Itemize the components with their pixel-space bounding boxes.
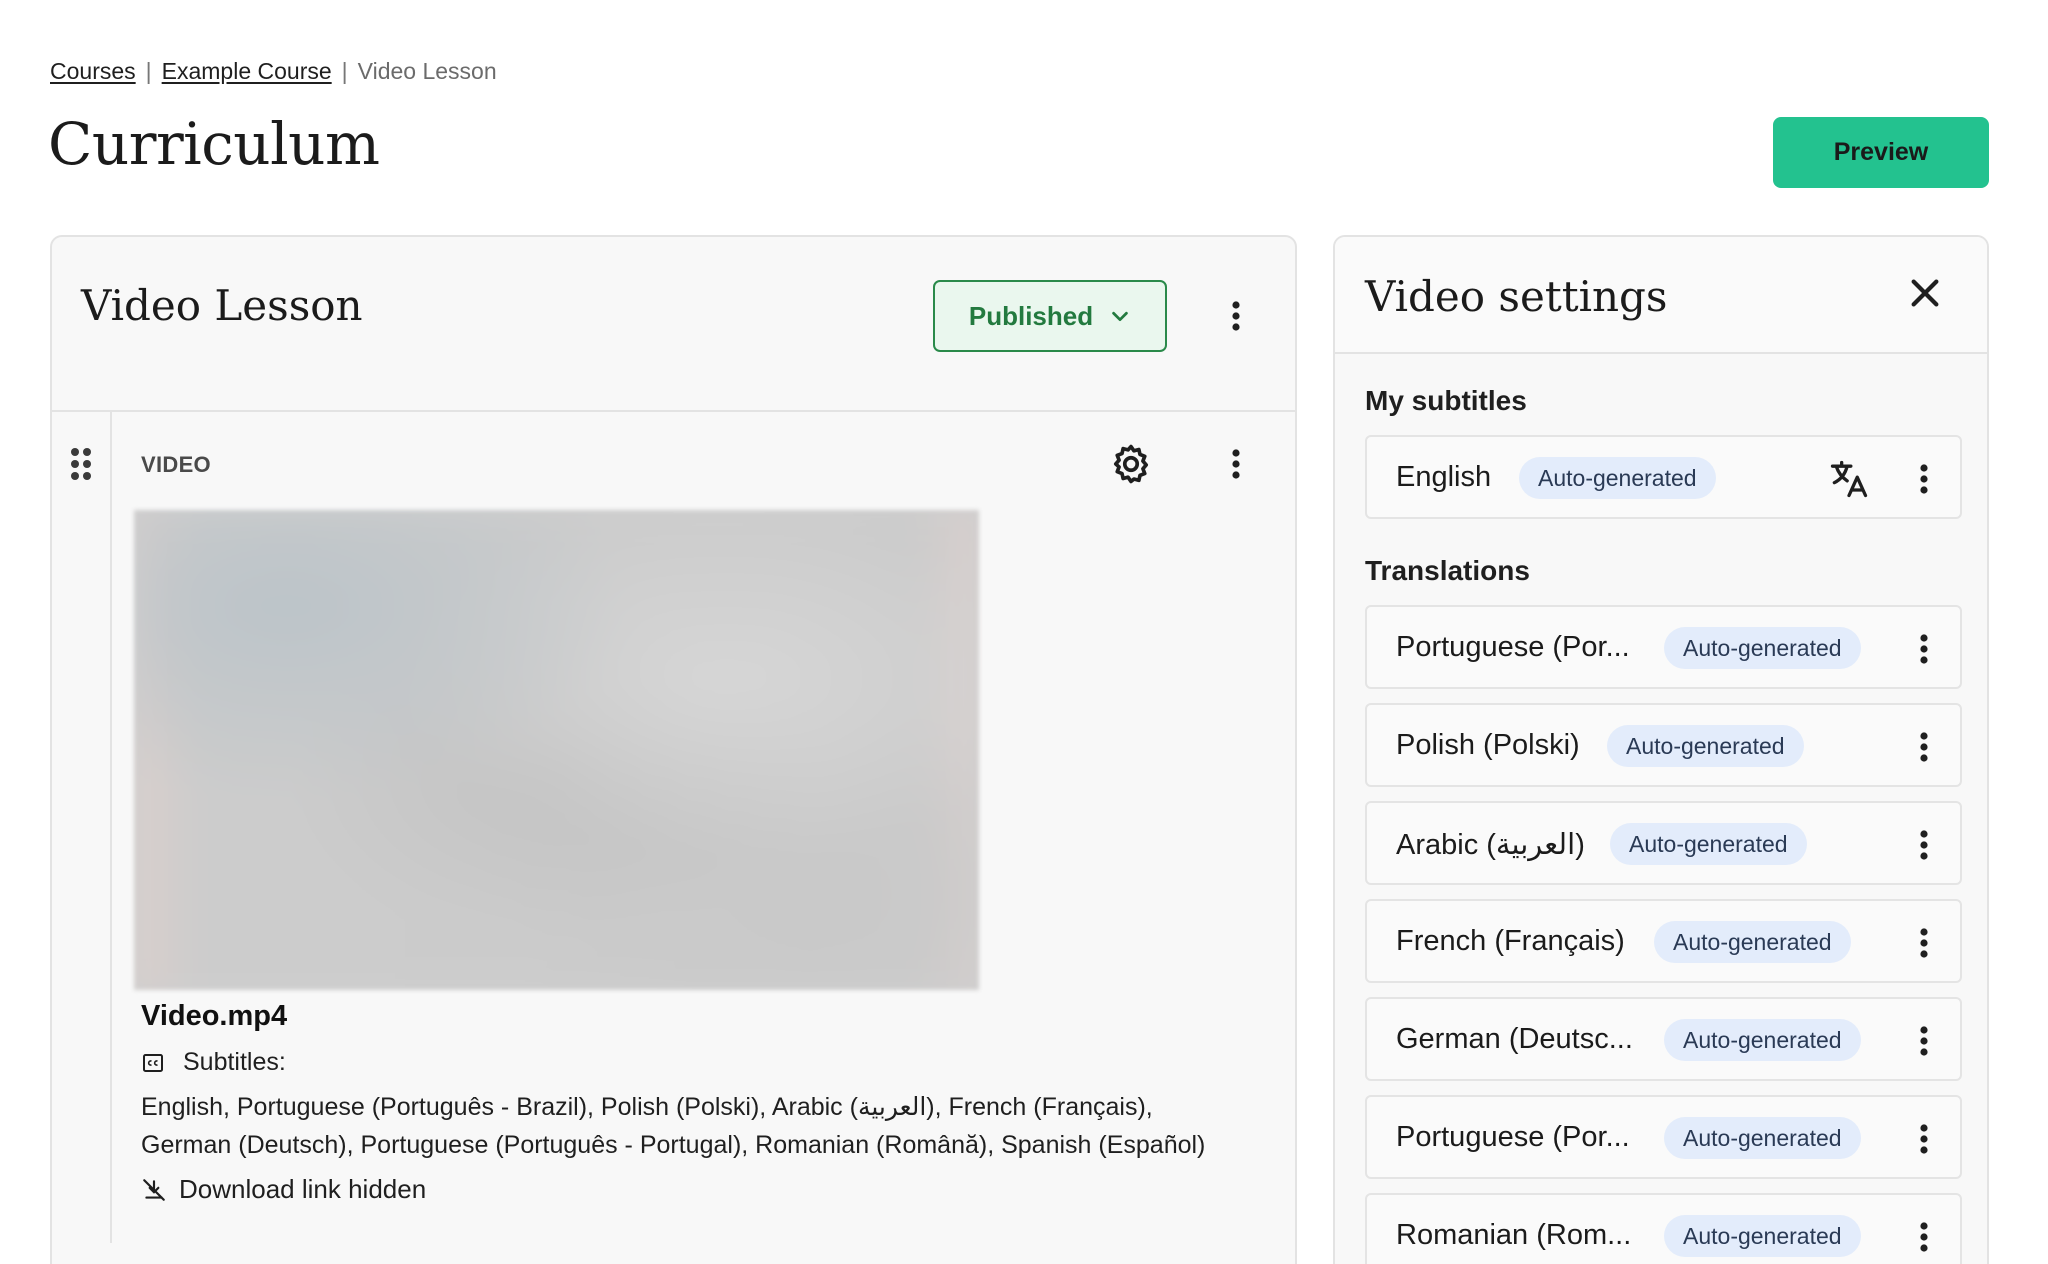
auto-generated-badge: Auto-generated bbox=[1664, 1117, 1861, 1159]
video-settings-panel: Video settings My subtitles English Auto… bbox=[1333, 235, 1989, 1264]
video-thumbnail[interactable] bbox=[134, 510, 979, 990]
translation-menu-button[interactable] bbox=[1914, 825, 1934, 865]
page-title: Curriculum bbox=[48, 110, 380, 178]
kebab-menu-icon bbox=[1920, 1124, 1928, 1154]
translation-language: German (Deutsc... bbox=[1396, 1023, 1633, 1055]
translation-menu-button[interactable] bbox=[1914, 923, 1934, 963]
translation-language: Polish (Polski) bbox=[1396, 729, 1580, 761]
breadcrumb: Courses | Example Course | Video Lesson bbox=[50, 58, 497, 85]
breadcrumb-separator: | bbox=[145, 58, 152, 84]
lesson-menu-button[interactable] bbox=[1216, 296, 1256, 336]
subtitles-list-line: German (Deutsch), Portuguese (Português … bbox=[141, 1131, 1206, 1159]
subtitles-list: English, Portuguese (Português - Brazil)… bbox=[141, 1088, 1281, 1164]
subtitle-menu-button[interactable] bbox=[1914, 459, 1934, 499]
kebab-menu-icon bbox=[1232, 301, 1240, 331]
page-root: Courses | Example Course | Video Lesson … bbox=[0, 0, 2048, 1264]
translation-row[interactable]: French (Français) Auto-generated bbox=[1365, 899, 1962, 983]
kebab-menu-icon bbox=[1920, 1026, 1928, 1056]
video-menu-button[interactable] bbox=[1216, 444, 1256, 484]
lesson-header: Video Lesson Published bbox=[52, 237, 1295, 412]
subtitles-summary: Subtitles: bbox=[141, 1048, 286, 1077]
translation-language: Romanian (Rom... bbox=[1396, 1219, 1632, 1251]
breadcrumb-courses-link[interactable]: Courses bbox=[50, 58, 136, 85]
subtitles-list-line: English, Portuguese (Português - Brazil)… bbox=[141, 1093, 1153, 1121]
kebab-menu-icon bbox=[1920, 830, 1928, 860]
video-block: VIDEO Video.mp4 Subtitles: English, Port… bbox=[52, 412, 1295, 1264]
translation-row[interactable]: Portuguese (Por... Auto-generated bbox=[1365, 605, 1962, 689]
gear-icon[interactable] bbox=[1109, 442, 1153, 486]
translation-row[interactable]: Portuguese (Por... Auto-generated bbox=[1365, 1095, 1962, 1179]
settings-header: Video settings bbox=[1335, 237, 1987, 354]
download-status-label: Download link hidden bbox=[179, 1174, 427, 1204]
kebab-menu-icon bbox=[1920, 732, 1928, 762]
kebab-menu-icon bbox=[1920, 464, 1928, 494]
translations-heading: Translations bbox=[1365, 555, 1530, 586]
auto-generated-badge: Auto-generated bbox=[1654, 921, 1851, 963]
chevron-down-icon bbox=[1112, 311, 1128, 322]
translation-language: French (Français) bbox=[1396, 925, 1625, 957]
translation-row[interactable]: Romanian (Rom... Auto-generated bbox=[1365, 1193, 1962, 1264]
preview-button[interactable]: Preview bbox=[1773, 117, 1989, 188]
auto-generated-badge: Auto-generated bbox=[1519, 457, 1716, 499]
translate-icon[interactable] bbox=[1827, 457, 1871, 501]
lesson-card: Video Lesson Published VIDEO Video.mp4 S… bbox=[50, 235, 1297, 1264]
breadcrumb-current: Video Lesson bbox=[357, 58, 497, 84]
translation-row[interactable]: Arabic (العربية) Auto-generated bbox=[1365, 801, 1962, 885]
translation-menu-button[interactable] bbox=[1914, 629, 1934, 669]
kebab-menu-icon bbox=[1232, 449, 1240, 479]
lesson-title: Video Lesson bbox=[81, 281, 363, 330]
breadcrumb-course-link[interactable]: Example Course bbox=[162, 58, 332, 85]
subtitle-row-english[interactable]: English Auto-generated bbox=[1365, 435, 1962, 519]
close-icon[interactable] bbox=[1908, 276, 1942, 310]
translation-row[interactable]: German (Deutsc... Auto-generated bbox=[1365, 997, 1962, 1081]
auto-generated-badge: Auto-generated bbox=[1664, 1019, 1861, 1061]
status-label: Published bbox=[968, 300, 1094, 331]
auto-generated-badge: Auto-generated bbox=[1664, 1215, 1861, 1257]
closed-captions-icon bbox=[143, 1053, 163, 1072]
translation-menu-button[interactable] bbox=[1914, 1119, 1934, 1159]
translation-language: Portuguese (Por... bbox=[1396, 1121, 1630, 1153]
translation-menu-button[interactable] bbox=[1914, 727, 1934, 767]
subtitle-language: English bbox=[1396, 461, 1492, 493]
breadcrumb-separator: | bbox=[341, 58, 348, 84]
translation-language: Portuguese (Por... bbox=[1396, 631, 1630, 663]
status-dropdown[interactable]: Published bbox=[933, 280, 1167, 352]
download-status: Download link hidden bbox=[141, 1174, 426, 1205]
kebab-menu-icon bbox=[1920, 634, 1928, 664]
video-file-name: Video.mp4 bbox=[141, 1000, 288, 1032]
settings-title: Video settings bbox=[1365, 272, 1668, 321]
auto-generated-badge: Auto-generated bbox=[1610, 823, 1807, 865]
block-type-label: VIDEO bbox=[141, 452, 211, 477]
my-subtitles-heading: My subtitles bbox=[1365, 385, 1527, 416]
drag-handle-icon[interactable] bbox=[70, 447, 92, 481]
translation-menu-button[interactable] bbox=[1914, 1021, 1934, 1061]
kebab-menu-icon bbox=[1920, 1222, 1928, 1252]
drag-rail bbox=[52, 412, 112, 1243]
translation-language: Arabic (العربية) bbox=[1396, 829, 1585, 861]
auto-generated-badge: Auto-generated bbox=[1607, 725, 1804, 767]
auto-generated-badge: Auto-generated bbox=[1664, 627, 1861, 669]
download-off-icon bbox=[143, 1178, 165, 1201]
subtitles-label: Subtitles: bbox=[183, 1048, 286, 1076]
translation-row[interactable]: Polish (Polski) Auto-generated bbox=[1365, 703, 1962, 787]
kebab-menu-icon bbox=[1920, 928, 1928, 958]
translation-menu-button[interactable] bbox=[1914, 1217, 1934, 1257]
